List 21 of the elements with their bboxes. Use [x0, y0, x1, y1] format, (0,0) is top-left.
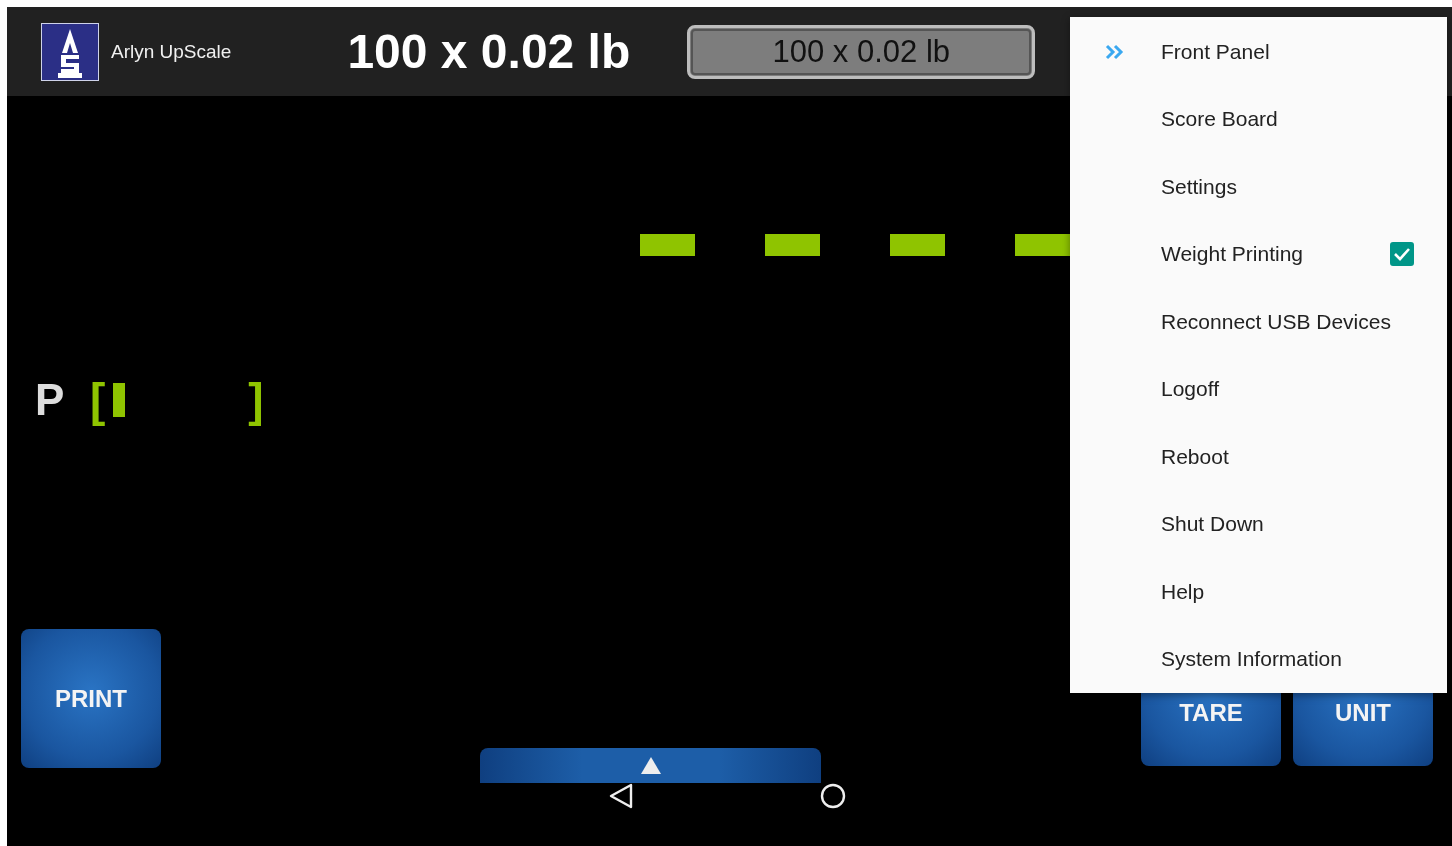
home-icon[interactable]	[820, 783, 846, 809]
up-triangle-icon	[640, 757, 661, 774]
menu-item[interactable]: Help	[1070, 558, 1447, 626]
checkbox[interactable]	[1390, 242, 1414, 267]
menu-item[interactable]: Reboot	[1070, 423, 1447, 491]
menu-item[interactable]: Shut Down	[1070, 490, 1447, 558]
menu-item[interactable]: Front Panel	[1070, 18, 1447, 86]
print-button[interactable]: PRINT	[21, 629, 161, 768]
logo-icon	[41, 22, 99, 81]
bracket-close: ]	[248, 373, 264, 427]
capacity-label: P	[35, 375, 66, 425]
menu-item[interactable]: Weight Printing	[1070, 220, 1447, 288]
menu-item[interactable]: Reconnect USB Devices	[1070, 288, 1447, 356]
bracket-open: [	[90, 373, 106, 427]
app-name: Arlyn UpScale	[111, 40, 232, 63]
resolution-field[interactable]: 100 x 0.02 lb	[687, 24, 1036, 79]
back-icon[interactable]	[609, 783, 633, 809]
resolution-title: 100 x 0.02 lb	[347, 24, 631, 79]
menu-item[interactable]: Logoff	[1070, 355, 1447, 423]
menu-item[interactable]: Score Board	[1070, 85, 1447, 153]
menu-item[interactable]: Settings	[1070, 153, 1447, 221]
